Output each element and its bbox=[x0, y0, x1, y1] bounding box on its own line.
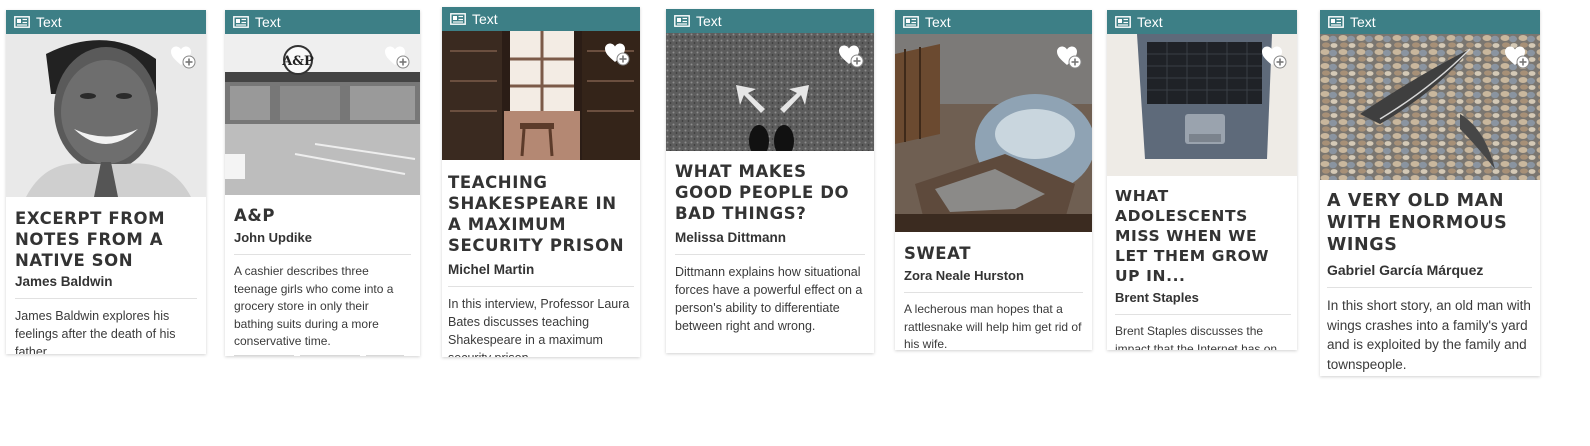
text-document-icon bbox=[14, 16, 30, 28]
text-document-icon bbox=[1115, 16, 1131, 28]
story-card-1[interactable]: Text Excerpt from Notes from a Native So… bbox=[6, 10, 206, 354]
card-description: In this interview, Professor Laura Bates… bbox=[448, 297, 630, 357]
card-type-header: Text bbox=[895, 10, 1092, 34]
tag-chip bbox=[300, 354, 360, 357]
card-type-header: Text bbox=[225, 10, 420, 34]
card-description: A cashier describes three teenage girls … bbox=[234, 264, 394, 348]
card-author: Gabriel García Márquez bbox=[1327, 262, 1484, 278]
card-type-label: Text bbox=[1350, 14, 1376, 30]
card-divider bbox=[234, 254, 411, 255]
tag-chip bbox=[366, 354, 404, 357]
card-thumbnail-storefront[interactable]: A&P bbox=[225, 34, 420, 195]
favorite-add-icon[interactable] bbox=[170, 44, 196, 70]
card-title[interactable]: A&P bbox=[234, 205, 411, 226]
card-thumbnail-laptop[interactable] bbox=[1107, 34, 1297, 176]
card-type-label: Text bbox=[36, 14, 62, 30]
card-description: Dittmann explains how situational forces… bbox=[675, 265, 863, 333]
card-thumbnail-portrait[interactable] bbox=[6, 34, 206, 197]
card-title[interactable]: What Adolescents Miss When We Let Them G… bbox=[1115, 186, 1291, 286]
favorite-add-icon[interactable] bbox=[1261, 44, 1287, 70]
card-type-header: Text bbox=[442, 7, 640, 31]
story-card-7[interactable]: Text A Very Old Man with Enormous Wings bbox=[1320, 10, 1540, 376]
card-title[interactable]: What Makes Good People Do Bad Things? bbox=[675, 161, 865, 224]
card-divider bbox=[904, 292, 1083, 293]
card-author: Michel Martin bbox=[448, 262, 535, 277]
story-card-5[interactable]: Text Sweat Zora Neale Hurston A lecherou… bbox=[895, 10, 1092, 350]
card-divider bbox=[1115, 314, 1291, 315]
card-type-header: Text bbox=[666, 9, 874, 33]
favorite-add-icon[interactable] bbox=[384, 44, 410, 70]
story-card-4[interactable]: Text What Makes Good People Do Bad Thing… bbox=[666, 9, 874, 353]
card-tag-row bbox=[234, 354, 411, 357]
card-description: James Baldwin explores his feelings afte… bbox=[15, 309, 176, 354]
card-type-label: Text bbox=[255, 14, 281, 30]
text-document-icon bbox=[903, 16, 919, 28]
card-divider bbox=[675, 254, 865, 255]
card-description: Brent Staples discusses the impact that … bbox=[1115, 324, 1278, 350]
text-document-icon bbox=[450, 13, 466, 25]
card-thumbnail-washtub[interactable] bbox=[895, 34, 1092, 232]
card-author: James Baldwin bbox=[15, 274, 113, 289]
card-title[interactable]: A Very Old Man with Enormous Wings bbox=[1327, 190, 1532, 256]
text-document-icon bbox=[1328, 16, 1344, 28]
favorite-add-icon[interactable] bbox=[838, 43, 864, 69]
text-document-icon bbox=[233, 16, 249, 28]
story-card-6[interactable]: Text What Adolescents Miss When We Let T… bbox=[1107, 10, 1297, 350]
card-title[interactable]: Excerpt from Notes from a Native Son bbox=[15, 208, 197, 271]
card-title[interactable]: Sweat bbox=[904, 243, 1083, 264]
favorite-add-icon[interactable] bbox=[1056, 44, 1082, 70]
card-author: Melissa Dittmann bbox=[675, 230, 787, 245]
card-description: In this short story, an old man with win… bbox=[1327, 298, 1531, 372]
card-divider bbox=[448, 286, 634, 287]
card-type-label: Text bbox=[472, 11, 498, 27]
card-description: A lecherous man hopes that a rattlesnake… bbox=[904, 302, 1082, 350]
card-type-label: Text bbox=[925, 14, 951, 30]
tag-chip bbox=[234, 354, 294, 357]
card-divider bbox=[1327, 287, 1532, 288]
card-type-label: Text bbox=[696, 13, 722, 29]
storefront-sign-text: A&P bbox=[281, 54, 314, 69]
story-card-2[interactable]: Text A&P A&P John Updike A cashier descr… bbox=[225, 10, 420, 356]
story-card-3[interactable]: Text Teaching Shakespeare in a Maximum bbox=[442, 7, 640, 357]
card-author: Brent Staples bbox=[1115, 290, 1199, 305]
card-author: John Updike bbox=[234, 230, 313, 245]
card-title[interactable]: Teaching Shakespeare in a Maximum Securi… bbox=[448, 172, 634, 256]
card-type-header: Text bbox=[1320, 10, 1540, 34]
text-document-icon bbox=[674, 15, 690, 27]
card-thumbnail-library[interactable] bbox=[442, 31, 640, 160]
favorite-add-icon[interactable] bbox=[604, 41, 630, 67]
card-type-header: Text bbox=[6, 10, 206, 34]
card-type-label: Text bbox=[1137, 14, 1163, 30]
card-thumbnail-feathers[interactable] bbox=[1320, 34, 1540, 180]
card-author: Zora Neale Hurston bbox=[904, 268, 1024, 283]
card-type-header: Text bbox=[1107, 10, 1297, 34]
card-thumbnail-arrows[interactable] bbox=[666, 33, 874, 151]
favorite-add-icon[interactable] bbox=[1504, 44, 1530, 70]
card-divider bbox=[15, 298, 197, 299]
